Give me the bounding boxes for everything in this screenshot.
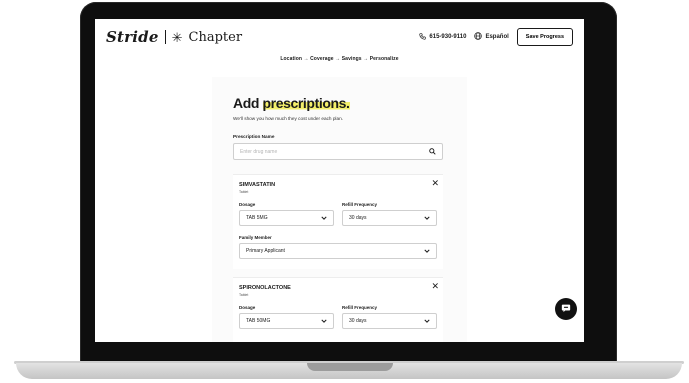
refill-frequency-value: 30 days bbox=[349, 318, 367, 324]
drug-search-input[interactable] bbox=[240, 148, 425, 155]
refill-frequency-label: Refill Frequency bbox=[342, 305, 378, 310]
site-header: Stride ✳ Chapter 615-930-9110 Español Sa… bbox=[95, 19, 584, 55]
family-member-select[interactable]: Primary Applicant bbox=[239, 243, 437, 259]
brand-logo[interactable]: Stride ✳ Chapter bbox=[106, 28, 242, 46]
chat-bubble-icon bbox=[561, 300, 571, 318]
page-title-text: Add bbox=[233, 95, 263, 111]
chevron-down-icon bbox=[424, 216, 430, 220]
phone-link[interactable]: 615-930-9110 bbox=[419, 32, 467, 42]
phone-number: 615-930-9110 bbox=[429, 34, 467, 40]
page-subtitle: We'll show you how much they cost under … bbox=[233, 116, 343, 121]
browser-screen: Stride ✳ Chapter 615-930-9110 Español Sa… bbox=[95, 19, 584, 342]
language-label: Español bbox=[485, 34, 509, 40]
chat-button[interactable] bbox=[555, 298, 577, 320]
family-member-label: Family Member bbox=[239, 235, 272, 240]
drug-search-field[interactable] bbox=[233, 143, 443, 160]
refill-frequency-select[interactable]: 30 days bbox=[342, 210, 437, 226]
dosage-label: Dosage bbox=[239, 202, 256, 207]
dosage-label: Dosage bbox=[239, 305, 256, 310]
laptop-mockup: Stride ✳ Chapter 615-930-9110 Español Sa… bbox=[0, 0, 689, 383]
asterisk-icon: ✳ bbox=[171, 29, 183, 45]
refill-frequency-value: 30 days bbox=[349, 215, 367, 221]
remove-drug-close-icon[interactable]: ✕ bbox=[431, 179, 439, 188]
prescriptions-panel: Add prescriptions. We'll show you how mu… bbox=[212, 77, 467, 342]
dosage-select[interactable]: TAB 5MG bbox=[239, 210, 334, 226]
search-icon[interactable] bbox=[429, 148, 436, 155]
header-actions: 615-930-9110 Español Save Progress bbox=[419, 28, 573, 46]
dosage-value: TAB 50MG bbox=[246, 318, 271, 324]
drug-form: Tablet bbox=[239, 293, 249, 297]
dosage-value: TAB 5MG bbox=[246, 215, 268, 221]
page-title: Add prescriptions. bbox=[233, 95, 350, 111]
drug-form: Tablet bbox=[239, 190, 249, 194]
chevron-down-icon bbox=[424, 319, 430, 323]
drug-name: SIMVASTATIN bbox=[239, 182, 276, 188]
logo-stride: Stride bbox=[106, 28, 159, 46]
refill-frequency-select[interactable]: 30 days bbox=[342, 313, 437, 329]
prescription-card: SPIRONOLACTONE Tablet ✕ Dosage TAB 50MG … bbox=[233, 277, 443, 342]
family-member-value: Primary Applicant bbox=[246, 248, 285, 254]
save-progress-button[interactable]: Save Progress bbox=[516, 28, 573, 46]
chevron-down-icon bbox=[321, 319, 327, 323]
logo-chapter: Chapter bbox=[188, 29, 243, 45]
logo-divider bbox=[164, 30, 166, 44]
prescription-name-label: Prescription Name bbox=[233, 134, 275, 139]
laptop-notch bbox=[307, 363, 393, 371]
breadcrumb: Location → Coverage → Savings → Personal… bbox=[280, 56, 399, 62]
page-title-highlight: prescriptions. bbox=[262, 95, 350, 111]
refill-frequency-label: Refill Frequency bbox=[342, 202, 378, 207]
language-toggle[interactable]: Español bbox=[474, 32, 509, 42]
phone-icon bbox=[419, 32, 427, 42]
prescription-card: SIMVASTATIN Tablet ✕ Dosage TAB 5MG Refi… bbox=[233, 174, 443, 269]
chevron-down-icon bbox=[424, 249, 430, 253]
globe-icon bbox=[474, 32, 483, 42]
dosage-select[interactable]: TAB 50MG bbox=[239, 313, 334, 329]
drug-name: SPIRONOLACTONE bbox=[239, 285, 291, 291]
chevron-down-icon bbox=[321, 216, 327, 220]
remove-drug-close-icon[interactable]: ✕ bbox=[431, 282, 439, 291]
